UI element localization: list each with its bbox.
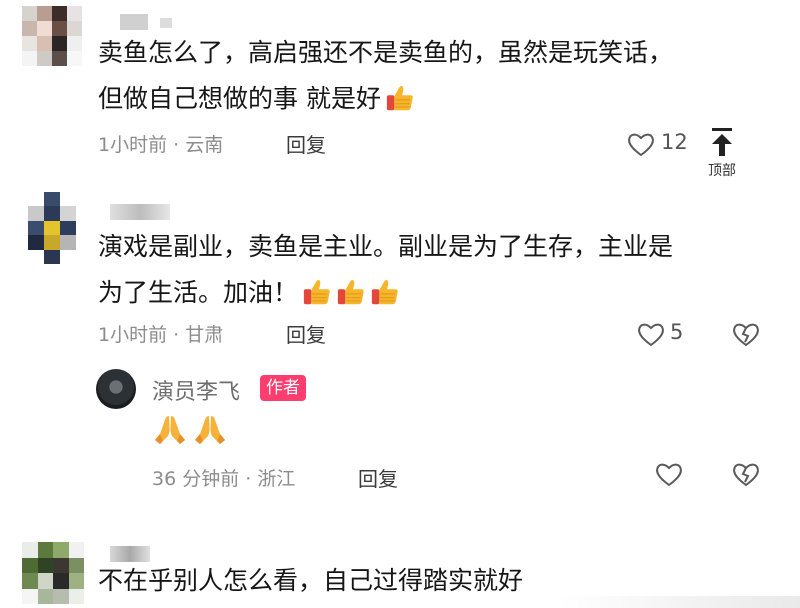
like-count: 5	[670, 320, 684, 344]
comment-meta: 1小时前 · 云南	[98, 134, 224, 156]
thumbs-up-icon	[336, 277, 366, 307]
thumbs-up-icon	[385, 83, 415, 113]
back-to-top-button[interactable]: 顶部	[694, 120, 750, 179]
username-blurred[interactable]	[120, 14, 148, 30]
thumbs-up-icon	[370, 277, 400, 307]
bottom-fade	[560, 596, 800, 608]
username-blurred[interactable]	[110, 204, 170, 220]
comment-text: 卖鱼怎么了，高启强还不是卖鱼的，虽然是玩笑话， 但做自己想做的事 就是好	[98, 30, 673, 122]
commenter-avatar[interactable]	[28, 192, 76, 264]
comment-meta: 36 分钟前 · 浙江	[152, 468, 296, 490]
folded-hands-icon	[192, 412, 228, 448]
comment-text: 演戏是副业，卖鱼是主业。副业是为了生存，主业是 为了生活。加油！	[98, 224, 673, 316]
author-badge: 作者	[260, 375, 306, 401]
dislike-broken-heart-icon[interactable]	[732, 461, 760, 487]
comment-meta: 1小时前 · 甘肃	[98, 324, 224, 346]
username-blurred	[160, 18, 172, 28]
arrow-up-icon	[712, 128, 732, 156]
reply-button[interactable]: 回复	[286, 319, 326, 348]
like-heart-icon[interactable]	[655, 461, 683, 487]
like-heart-icon[interactable]	[637, 321, 665, 347]
comment-line: 不在乎别人怎么看，自己过得踏实就好	[98, 566, 524, 595]
back-to-top-label: 顶部	[708, 163, 736, 179]
comment-text: 不在乎别人怎么看，自己过得踏实就好	[98, 558, 523, 604]
folded-hands-icon	[152, 412, 188, 448]
thumbs-up-icon	[302, 277, 332, 307]
like-heart-icon[interactable]	[627, 131, 655, 157]
dislike-broken-heart-icon[interactable]	[732, 321, 760, 347]
reply-emoji	[152, 412, 232, 452]
comment-line: 演戏是副业，卖鱼是主业。副业是为了生存，主业是	[98, 232, 674, 261]
reply-button[interactable]: 回复	[358, 463, 398, 492]
commenter-avatar[interactable]	[22, 6, 82, 66]
reply-button[interactable]: 回复	[286, 129, 326, 158]
author-name[interactable]: 演员李飞	[152, 374, 240, 406]
comment-line: 为了生活。加油！	[98, 278, 299, 307]
author-avatar[interactable]	[96, 369, 136, 409]
comment-line: 但做自己想做的事 就是好	[98, 84, 381, 113]
like-count: 12	[661, 130, 688, 154]
commenter-avatar[interactable]	[22, 542, 84, 604]
comment-line: 卖鱼怎么了，高启强还不是卖鱼的，虽然是玩笑话，	[98, 38, 674, 67]
